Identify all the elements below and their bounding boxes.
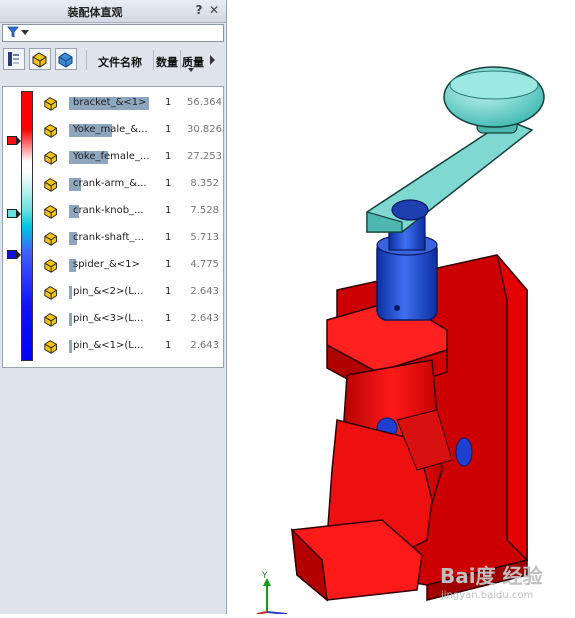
graphics-viewport[interactable]: Y (227, 0, 575, 615)
part-quantity: 1 (165, 178, 172, 189)
part-icon (44, 124, 57, 138)
part-name: pin_&<3>(L... (73, 313, 144, 324)
mass-bar (69, 286, 72, 299)
assembly-visualization-panel: 装配体直观 ? ✕ 文件名称 数量 质量 bracket_&<1> 1 56.3… (0, 0, 231, 614)
chevron-down-icon (21, 30, 29, 35)
triad-y-label: Y (261, 571, 268, 581)
funnel-icon (7, 26, 19, 38)
part-mass: 4.775 (190, 259, 219, 270)
part-mass: 56.364 (187, 97, 222, 108)
column-divider (180, 50, 181, 70)
part-name: spider_&<1> (73, 259, 140, 270)
watermark-logo: Bai度 经验 (440, 564, 543, 588)
mass-bar (69, 340, 72, 353)
part-icon (44, 286, 57, 300)
part-name: crank-arm_&... (73, 178, 147, 189)
part-name: Yoke_male_&... (73, 124, 148, 135)
part-name: pin_&<1>(L... (73, 340, 144, 351)
part-mass: 2.643 (190, 286, 219, 297)
coordinate-triad: Y (256, 571, 288, 615)
part-icon (44, 178, 57, 192)
crank-arm-part[interactable] (366, 119, 534, 233)
part-mass: 2.643 (190, 340, 219, 351)
parts-list: bracket_&<1> 1 56.364 Yoke_male_&... 1 30.826… (2, 86, 224, 368)
part-row[interactable]: Yoke_male_&... 1 30.826 (39, 116, 223, 143)
part-icon (44, 340, 57, 354)
part-row[interactable]: spider_&<1> 1 4.775 (39, 251, 223, 278)
part-mass: 7.528 (190, 205, 219, 216)
part-quantity: 1 (165, 286, 172, 297)
part-icon (32, 52, 47, 68)
part-mass: 2.643 (190, 313, 219, 324)
assembly-model-3d[interactable]: Y (227, 0, 575, 615)
column-divider (153, 50, 154, 70)
part-name: bracket_&<1> (73, 97, 147, 108)
mid-value-slider[interactable] (7, 209, 21, 218)
part-row[interactable]: pin_&<2>(L... 1 2.643 (39, 278, 223, 305)
part-row[interactable]: pin_&<1>(L... 1 2.643 (39, 332, 223, 359)
part-mass: 5.713 (190, 232, 219, 243)
part-quantity: 1 (165, 340, 172, 351)
part-quantity: 1 (165, 205, 172, 216)
high-value-slider[interactable] (7, 136, 21, 145)
part-row[interactable]: pin_&<3>(L... 1 2.643 (39, 305, 223, 332)
crank-knob-part[interactable] (443, 66, 545, 134)
part-row[interactable]: crank-shaft_... 1 5.713 (39, 224, 223, 251)
part-icon (44, 97, 57, 111)
part-icon (44, 313, 57, 327)
part-icon (44, 259, 57, 273)
panel-toolbar: 文件名称 数量 质量 (0, 44, 226, 74)
part-quantity: 1 (165, 259, 172, 270)
part-row[interactable]: Yoke_female_... 1 27.253 (39, 143, 223, 170)
assembly-icon (58, 52, 73, 68)
close-button[interactable]: ✕ (207, 3, 221, 17)
watermark-url: jingyan.baidu.com (441, 590, 534, 601)
column-divider (86, 50, 87, 70)
more-columns-arrow-icon[interactable] (210, 55, 215, 65)
low-value-slider[interactable] (7, 250, 21, 259)
mass-bar (69, 313, 72, 326)
part-mass: 30.826 (187, 124, 222, 135)
help-button[interactable]: ? (192, 3, 206, 17)
part-row[interactable]: bracket_&<1> 1 56.364 (39, 89, 223, 116)
part-name: pin_&<2>(L... (73, 286, 144, 297)
part-mass: 27.253 (187, 151, 222, 162)
column-header-filename[interactable]: 文件名称 (98, 54, 142, 70)
panel-titlebar: 装配体直观 ? ✕ (0, 0, 226, 23)
gradient-list-icon (8, 52, 19, 66)
part-name: crank-knob_... (73, 205, 144, 216)
filter-dropdown[interactable] (2, 24, 224, 42)
panel-title: 装配体直观 (67, 6, 123, 19)
sort-descending-icon (188, 68, 194, 72)
part-icon (44, 151, 57, 165)
part-quantity: 1 (165, 124, 172, 135)
part-icon (44, 232, 57, 246)
part-quantity: 1 (165, 232, 172, 243)
part-name: Yoke_female_... (73, 151, 150, 162)
part-row[interactable]: crank-arm_&... 1 8.352 (39, 170, 223, 197)
part-quantity: 1 (165, 151, 172, 162)
color-scale-bar (21, 91, 33, 361)
part-icon (44, 205, 57, 219)
assembly-view-button[interactable] (55, 48, 77, 70)
column-header-quantity[interactable]: 数量 (156, 54, 178, 70)
part-mass: 8.352 (190, 178, 219, 189)
part-quantity: 1 (165, 97, 172, 108)
part-name: crank-shaft_... (73, 232, 144, 243)
flat-list-button[interactable] (3, 48, 25, 70)
part-row[interactable]: crank-knob_... 1 7.528 (39, 197, 223, 224)
part-quantity: 1 (165, 313, 172, 324)
parts-view-button[interactable] (29, 48, 51, 70)
